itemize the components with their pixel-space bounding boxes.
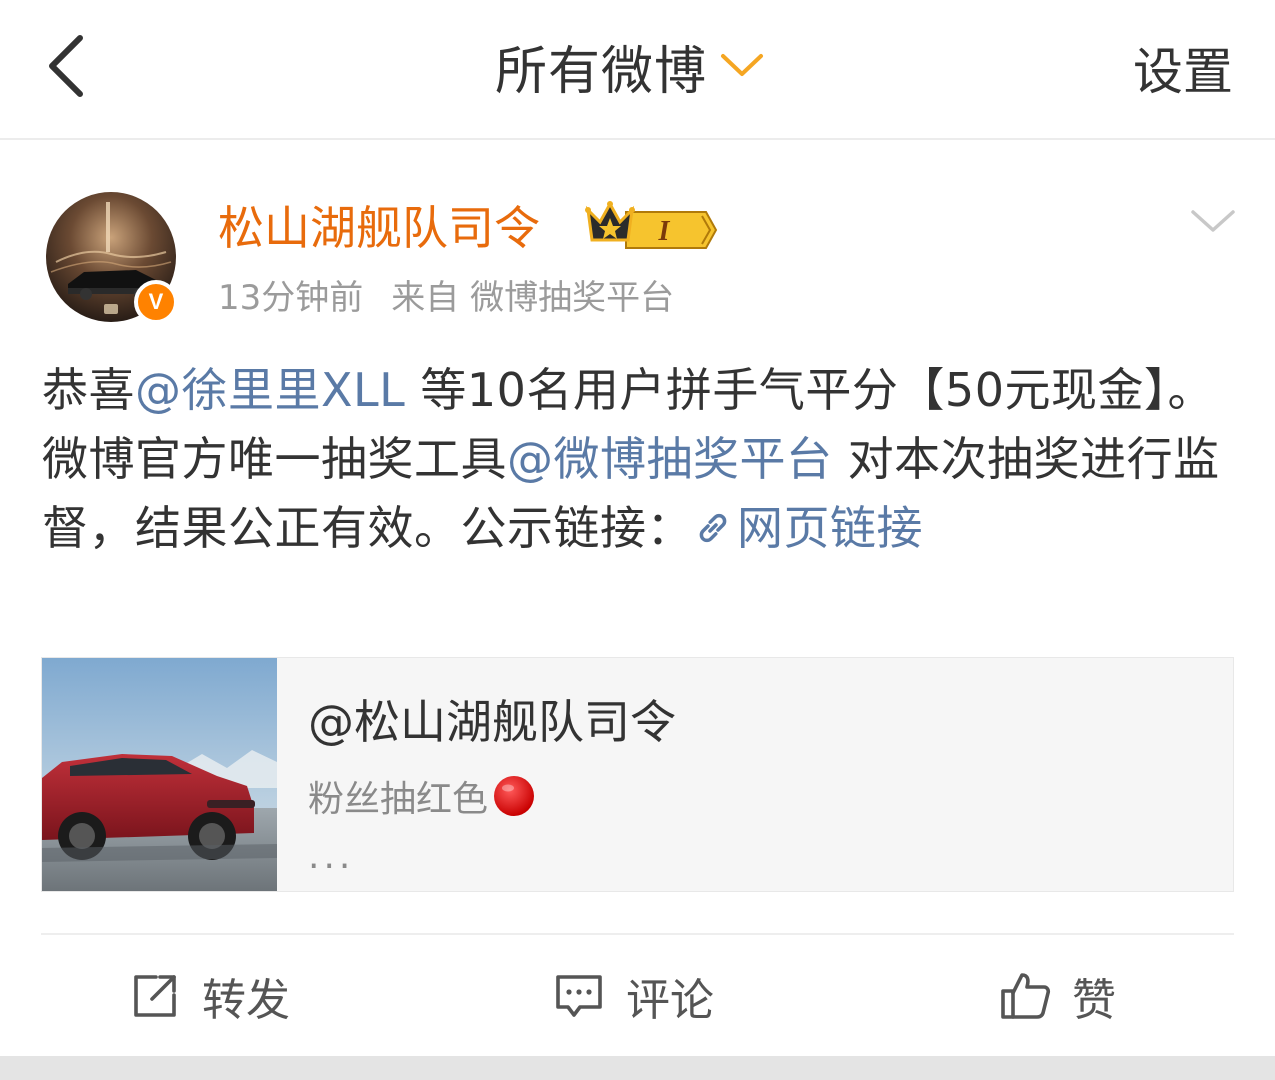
top-nav-bar: 所有微博 设置 (0, 0, 1275, 140)
card-description-text: 粉丝抽红色 (308, 779, 489, 820)
comment-button[interactable]: 评论 (552, 960, 714, 1032)
settings-button[interactable]: 设置 (1133, 32, 1233, 104)
back-button[interactable] (40, 30, 100, 102)
verified-badge-icon: V (134, 280, 178, 324)
bottom-separator (0, 1056, 1275, 1080)
divider (41, 933, 1234, 935)
chevron-left-icon (49, 35, 83, 97)
mention-link[interactable]: @徐里里XLL (135, 363, 405, 417)
web-link-text: 网页链接 (737, 501, 923, 555)
chevron-down-icon (1191, 210, 1235, 232)
comment-label: 评论 (626, 975, 714, 1026)
embedded-post-card[interactable]: @松山湖舰队司令 粉丝抽红色 ... (41, 657, 1234, 892)
thumbs-up-icon (1001, 973, 1051, 1019)
post-source: 来自 微博抽奖平台 (391, 278, 675, 318)
like-label: 赞 (1072, 975, 1116, 1026)
post-more-button[interactable] (1187, 200, 1239, 244)
repost-label: 转发 (202, 975, 290, 1026)
page-title: 所有微博 (495, 41, 708, 102)
post-text: 恭喜@徐里里XLL 等10名用户拼手气平分【50元现金】。微博官方唯一抽奖工具@… (42, 356, 1242, 563)
member-level: I (658, 216, 671, 247)
post-meta: 13分钟前 来自 微博抽奖平台 (218, 270, 674, 319)
mention-link[interactable]: @微博抽奖平台 (507, 432, 833, 486)
like-button[interactable]: 赞 (998, 960, 1116, 1032)
card-description: 粉丝抽红色 (308, 770, 536, 822)
red-circle-icon (494, 776, 535, 816)
post-time: 13分钟前 (218, 278, 364, 318)
red-suv-image (42, 658, 277, 891)
feed-filter-dropdown[interactable]: 所有微博 (495, 28, 765, 104)
card-title: @松山湖舰队司令 (308, 695, 676, 749)
post-text-prefix: 恭喜 (42, 363, 135, 417)
link-icon (699, 513, 727, 543)
share-out-icon (134, 975, 176, 1017)
avatar[interactable]: V (46, 192, 178, 324)
author-name[interactable]: 松山湖舰队司令 (218, 192, 540, 258)
crown-member-badge-icon: I (585, 200, 718, 249)
chevron-down-icon (721, 54, 764, 76)
repost-button[interactable]: 转发 (128, 960, 290, 1032)
web-link[interactable]: 网页链接 (693, 501, 923, 555)
card-ellipsis: ... (308, 836, 355, 877)
comment-icon (556, 975, 602, 1017)
